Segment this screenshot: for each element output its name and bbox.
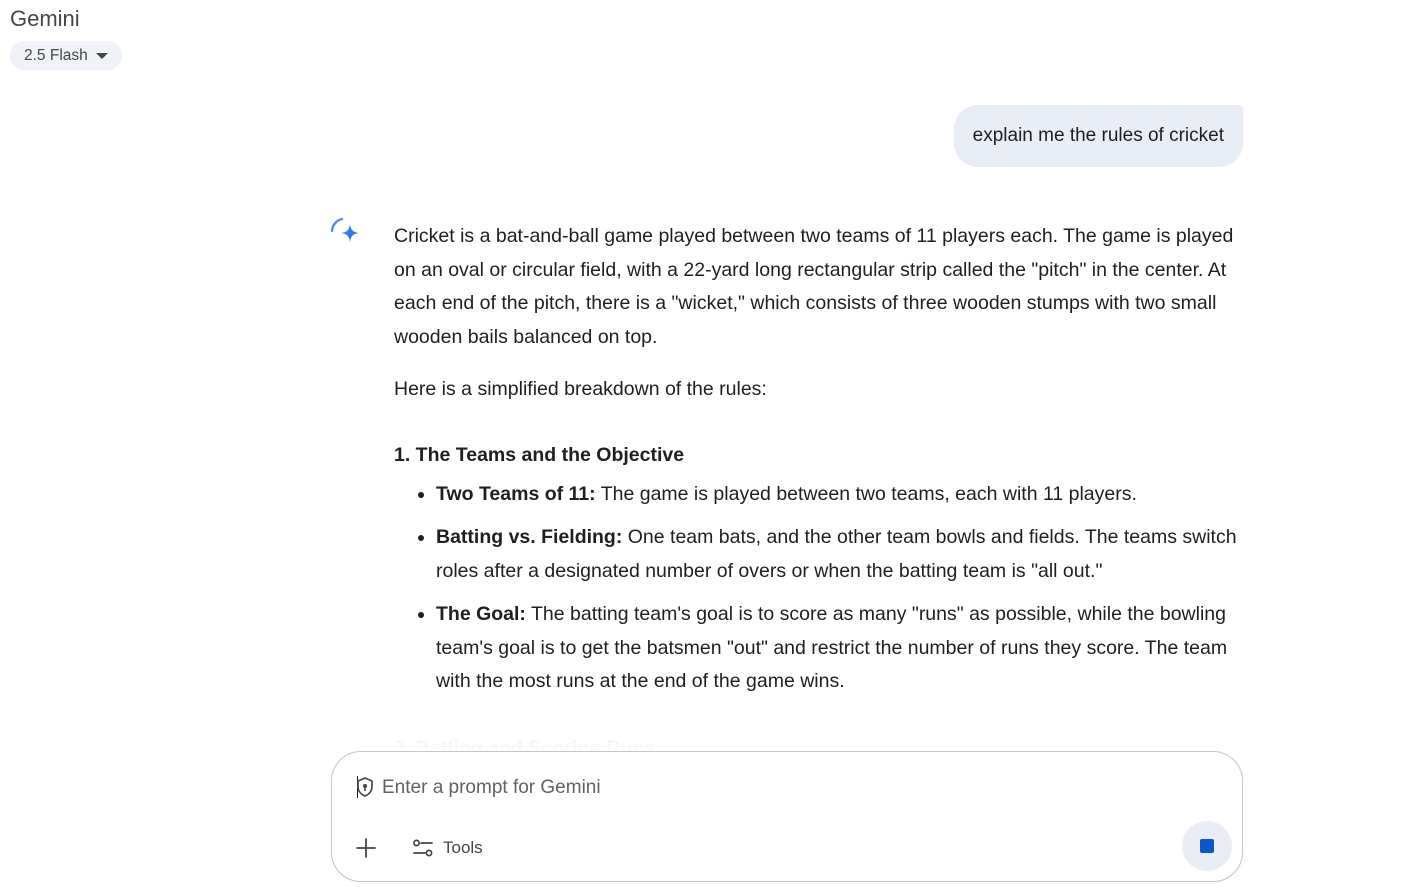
section-heading-teams: 1. The Teams and the Objective bbox=[394, 443, 685, 466]
shield-icon bbox=[357, 777, 373, 797]
tools-label: Tools bbox=[443, 838, 483, 857]
plus-icon bbox=[356, 838, 376, 858]
tools-button[interactable]: Tools bbox=[404, 830, 491, 866]
stop-button[interactable] bbox=[1182, 821, 1232, 871]
prompt-input[interactable] bbox=[380, 772, 1164, 804]
model-label: 2.5 Flash bbox=[24, 46, 88, 64]
response-intro: Cricket is a bat-and-ball game played be… bbox=[394, 225, 1234, 348]
response-content: Cricket is a bat-and-ball game played be… bbox=[394, 220, 1246, 750]
section-heading-batting: 2. Batting and Scoring Runs bbox=[394, 736, 656, 751]
response-lead: Here is a simplified breakdown of the ru… bbox=[394, 378, 767, 400]
list-item-label: Batting vs. Fielding: bbox=[436, 526, 623, 548]
gemini-app: Gemini 2.5 Flash explain me the rules of… bbox=[0, 0, 1411, 892]
list-item-label: The Goal: bbox=[436, 603, 526, 625]
add-button[interactable] bbox=[348, 830, 384, 866]
tools-sliders-icon bbox=[413, 839, 433, 857]
list-item: The Goal: The batting team's goal is to … bbox=[436, 598, 1246, 699]
list-item-label: Two Teams of 11: bbox=[436, 482, 596, 505]
user-message-text: explain me the rules of cricket bbox=[972, 125, 1224, 146]
list-item: Batting vs. Fielding: One team bats, and… bbox=[436, 521, 1246, 588]
model-picker-button[interactable]: 2.5 Flash bbox=[10, 41, 122, 70]
stop-icon bbox=[1200, 839, 1214, 853]
list-item: Two Teams of 11: The game is played betw… bbox=[436, 478, 1246, 512]
app-title: Gemini bbox=[10, 6, 80, 31]
prompt-composer: Tools bbox=[331, 751, 1243, 882]
rules-list: Two Teams of 11: The game is played betw… bbox=[394, 478, 1246, 699]
user-message-bubble: explain me the rules of cricket bbox=[953, 105, 1243, 167]
caret-down-icon bbox=[95, 53, 108, 59]
list-item-text: The game is played between two teams, ea… bbox=[595, 482, 1137, 505]
list-item-text: The batting team's goal is to score as m… bbox=[436, 603, 1228, 692]
gemini-spark-icon bbox=[330, 217, 359, 242]
